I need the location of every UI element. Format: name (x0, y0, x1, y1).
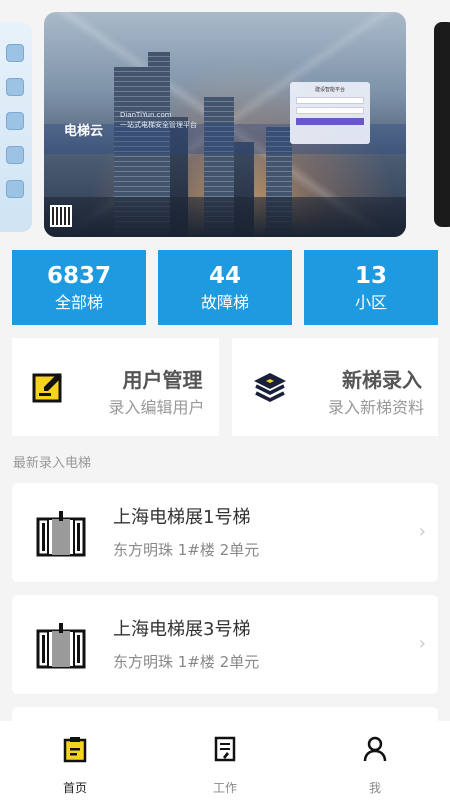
stat-communities[interactable]: 13 小区 (304, 250, 438, 325)
stat-faulty-elevators[interactable]: 44 故障梯 (158, 250, 292, 325)
user-icon (363, 736, 387, 762)
banner-image[interactable]: 电梯云 DianTiYun.com 一站式电梯安全管理平台 建设智能平台 (44, 12, 406, 237)
banner-thumb-icon (6, 112, 24, 130)
elevator-list-item[interactable]: 上海电梯展1号梯 东方明珠 1#楼 2单元 › (12, 483, 438, 582)
action-subtitle: 录入编辑用户 (108, 398, 205, 417)
home-clipboard-icon (63, 737, 87, 763)
elevator-name: 上海电梯展1号梯 (113, 507, 251, 528)
elevator-address: 东方明珠 1#楼 2单元 (113, 653, 260, 671)
stat-value: 44 (208, 262, 241, 289)
next-banner-peek[interactable] (434, 22, 450, 227)
new-elevator-entry-button[interactable]: 新梯录入 录入新梯资料 (231, 338, 438, 436)
stat-label: 故障梯 (200, 292, 249, 312)
banner-login-title: 建设智能平台 (314, 87, 345, 93)
stat-label: 全部梯 (54, 292, 103, 312)
user-management-button[interactable]: 用户管理 录入编辑用户 (12, 338, 219, 436)
mock-login-button (296, 118, 364, 125)
section-title: 最新录入电梯 (13, 456, 92, 471)
action-title: 用户管理 (122, 368, 203, 392)
stat-label: 小区 (354, 292, 387, 312)
layers-icon (253, 373, 286, 402)
banner-description: 一站式电梯安全管理平台 (120, 121, 197, 129)
elevator-icon (36, 511, 86, 557)
document-icon (214, 736, 236, 762)
action-title: 新梯录入 (342, 368, 422, 392)
chevron-right-icon: › (418, 633, 426, 654)
elevator-icon (36, 623, 86, 669)
quick-actions: 用户管理 录入编辑用户 新梯录入 录入新梯资料 (12, 338, 438, 436)
banner-url: DianTiYun.com (120, 111, 172, 119)
stat-all-elevators[interactable]: 6837 全部梯 (12, 250, 146, 325)
elevator-list-item-partial[interactable] (12, 707, 438, 721)
chevron-right-icon: › (418, 521, 426, 542)
tab-home[interactable]: 首页 (0, 721, 150, 800)
city-ground (44, 197, 406, 237)
banner-login-mockup: 建设智能平台 (290, 82, 370, 144)
tab-label: 首页 (62, 781, 87, 795)
banner-thumb-icon (6, 146, 24, 164)
tab-work[interactable]: 工作 (150, 721, 300, 800)
tab-label: 工作 (212, 781, 237, 795)
stat-value: 6837 (46, 262, 111, 289)
banner-thumb-icon (6, 44, 24, 62)
edit-icon (32, 373, 62, 403)
elevator-list-item[interactable]: 上海电梯展3号梯 东方明珠 1#楼 2单元 › (12, 595, 438, 694)
bottom-tab-bar: 首页 工作 我 (0, 721, 450, 800)
mock-input (296, 97, 364, 104)
tab-me[interactable]: 我 (300, 721, 450, 800)
stats-row: 6837 全部梯 44 故障梯 13 小区 (12, 250, 438, 325)
banner-logo-text: 电梯云 (64, 124, 104, 139)
banner-thumb-icon (6, 78, 24, 96)
action-subtitle: 录入新梯资料 (327, 398, 424, 417)
banner-slogan: DianTiYun.com 一站式电梯安全管理平台 (120, 110, 250, 130)
mock-input (296, 107, 364, 114)
tab-label: 我 (368, 781, 381, 795)
elevator-address: 东方明珠 1#楼 2单元 (113, 541, 260, 559)
banner-thumb-icon (6, 180, 24, 198)
banner-carousel[interactable]: 电梯云 DianTiYun.com 一站式电梯安全管理平台 建设智能平台 (0, 0, 450, 245)
previous-banner-peek[interactable] (0, 22, 32, 232)
qr-code-icon (50, 205, 72, 227)
stat-value: 13 (354, 262, 387, 289)
elevator-name: 上海电梯展3号梯 (113, 619, 251, 640)
